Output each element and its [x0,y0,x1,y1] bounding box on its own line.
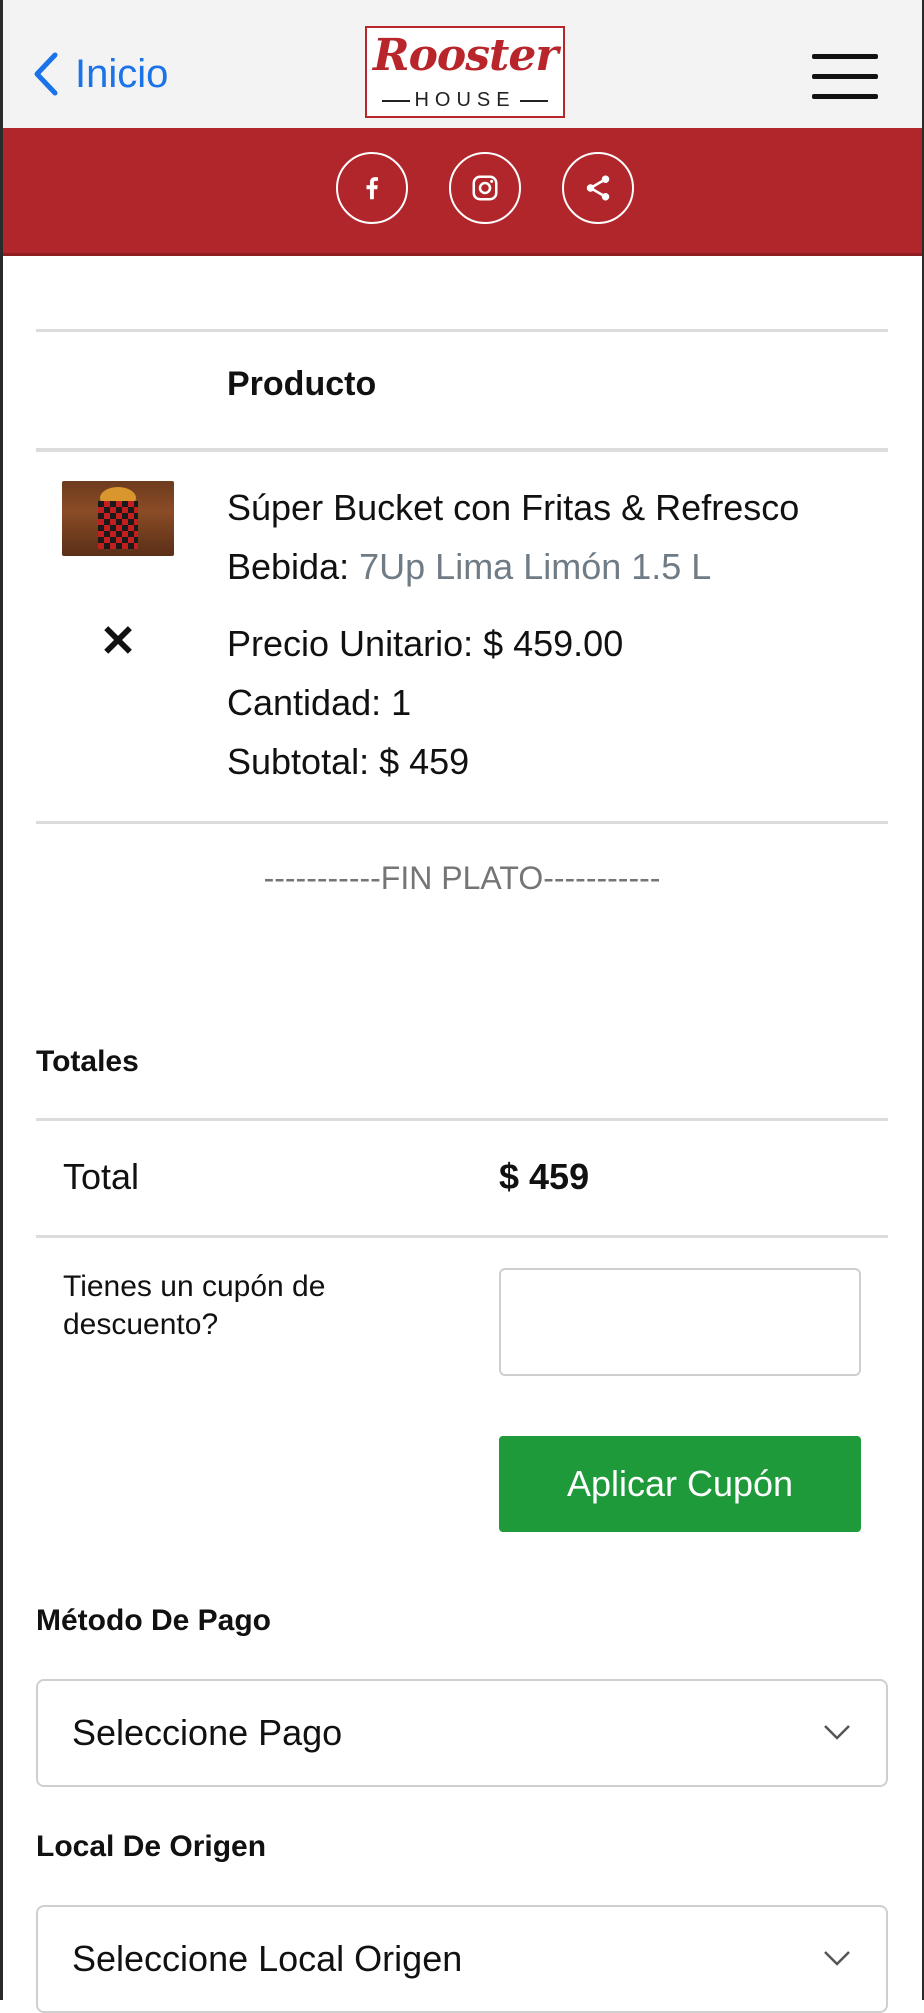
top-nav-bar: Inicio Rooster HOUSE [3,0,922,128]
facebook-icon[interactable] [336,152,408,224]
hamburger-menu-icon[interactable] [812,54,878,100]
payment-method-heading: Método De Pago [36,1604,272,1637]
table-header-divider [36,448,888,452]
device-frame-left [0,0,3,2000]
back-button[interactable]: Inicio [31,44,168,104]
share-icon[interactable] [562,152,634,224]
subtotal: Subtotal: $ 459 [227,741,470,782]
payment-method-select[interactable]: Seleccione Pago [36,1679,888,1787]
unit-price: Precio Unitario: $ 459.00 [227,623,624,664]
total-value: $ 459 [499,1156,590,1197]
quantity: Cantidad: 1 [227,682,412,723]
apply-coupon-button[interactable]: Aplicar Cupón [499,1436,861,1532]
table-top-divider [36,329,888,332]
totals-bottom-divider [36,1235,888,1238]
chevron-down-icon [824,1725,850,1740]
origin-store-heading: Local De Origen [36,1830,267,1863]
item-divider [36,821,888,824]
logo-sub: HOUSE [367,89,563,112]
total-label: Total [63,1156,140,1197]
drink-value: 7Up Lima Limón 1.5 L [359,546,712,587]
origin-store-value: Seleccione Local Origen [72,1938,463,1979]
totals-top-divider [36,1118,888,1121]
instagram-icon[interactable] [449,152,521,224]
logo-word: Rooster [373,30,559,81]
totals-heading: Totales [36,1045,139,1078]
brand-logo: Rooster HOUSE [365,26,565,118]
social-bar [3,128,922,256]
remove-item-button[interactable]: ✕ [98,617,138,667]
column-header-product: Producto [227,365,377,403]
back-label: Inicio [75,51,169,96]
chevron-down-icon [824,1951,850,1966]
payment-method-value: Seleccione Pago [72,1712,343,1753]
product-name: Súper Bucket con Fritas & Refresco [227,487,800,528]
drink-label: Bebida: [227,546,350,587]
end-of-dish-separator: -----------FIN PLATO----------- [263,860,661,896]
drink-option: Bebida: 7Up Lima Limón 1.5 L [227,546,711,588]
coupon-question: Tienes un cupón de descuento? [63,1270,326,1341]
coupon-input[interactable] [499,1268,861,1376]
chevron-left-icon [34,52,58,96]
origin-store-select[interactable]: Seleccione Local Origen [36,1905,888,2013]
product-thumbnail [62,481,174,556]
